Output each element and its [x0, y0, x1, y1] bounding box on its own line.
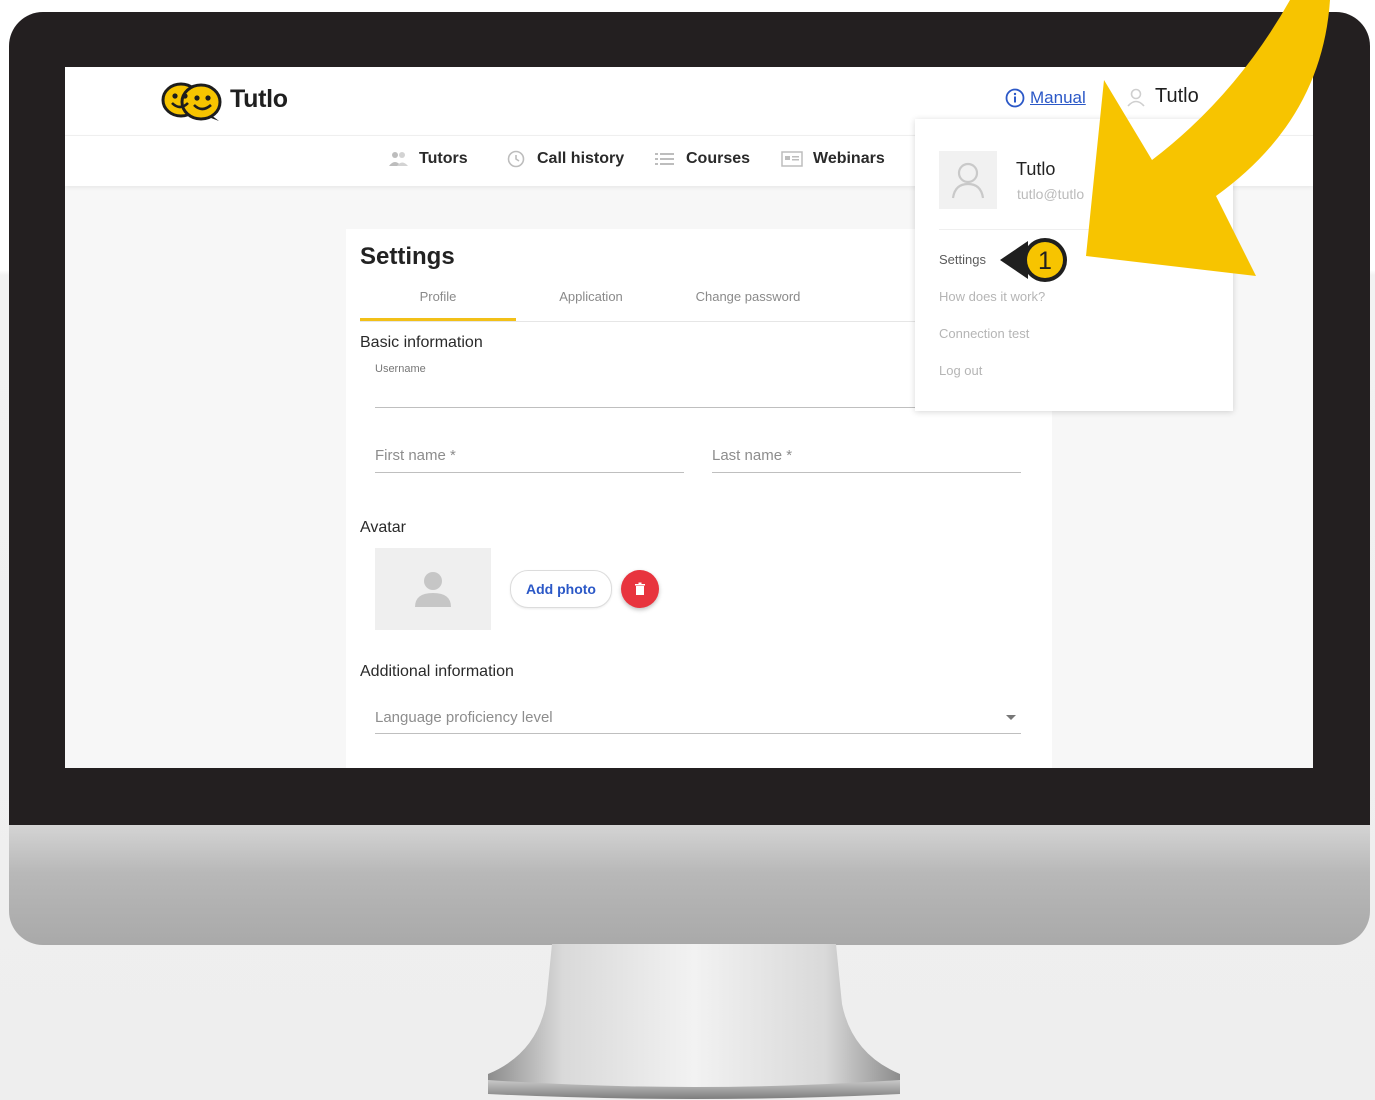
first-name-underline: [375, 472, 684, 473]
info-icon: [1005, 88, 1025, 108]
menu-item-how-it-works[interactable]: How does it work?: [939, 289, 1045, 304]
webinar-icon: [781, 151, 803, 167]
step-number: 1: [1038, 247, 1052, 275]
additional-info-title: Additional information: [360, 663, 514, 680]
tab-change-password[interactable]: Change password: [678, 289, 818, 304]
users-icon: [389, 152, 408, 166]
avatar-title: Avatar: [360, 519, 406, 536]
first-name-input[interactable]: First name *: [375, 447, 456, 464]
last-name-underline: [712, 472, 1021, 473]
dropdown-user-name: Tutlo: [1016, 159, 1056, 179]
nav-item-courses[interactable]: Courses: [654, 150, 750, 168]
language-level-select[interactable]: Language proficiency level: [375, 709, 553, 726]
tab-application[interactable]: Application: [526, 289, 656, 304]
nav-item-webinars[interactable]: Webinars: [781, 150, 885, 168]
nav-label-courses: Courses: [686, 150, 751, 167]
tab-profile[interactable]: Profile: [360, 289, 516, 304]
monitor-stand: [480, 944, 908, 1100]
menu-item-connection-test[interactable]: Connection test: [939, 326, 1029, 341]
arrow-pointer-icon: [1086, 0, 1330, 276]
tutlo-logo-icon[interactable]: [161, 81, 223, 123]
nav-item-tutors[interactable]: Tutors: [387, 150, 468, 168]
list-icon: [655, 153, 674, 165]
page-title: Settings: [360, 243, 455, 270]
trash-icon: [635, 582, 645, 595]
dropdown-avatar: [939, 151, 997, 209]
user-icon: [951, 162, 985, 199]
monitor-chin: [9, 825, 1370, 945]
nav-label-webinars: Webinars: [813, 150, 885, 167]
last-name-input[interactable]: Last name *: [712, 447, 792, 464]
add-photo-button[interactable]: Add photo: [510, 570, 612, 608]
person-icon: [415, 572, 451, 607]
menu-item-settings[interactable]: Settings: [939, 252, 986, 267]
brand-name: Tutlo: [230, 85, 288, 113]
language-level-underline: [375, 733, 1021, 734]
username-label: Username: [375, 363, 426, 375]
history-icon: [507, 150, 525, 168]
delete-photo-button[interactable]: [621, 570, 659, 608]
chevron-down-icon[interactable]: [1005, 714, 1017, 722]
avatar-placeholder: [375, 548, 491, 630]
basic-info-title: Basic information: [360, 334, 483, 351]
nav-label-tutors: Tutors: [419, 150, 468, 167]
active-tab-indicator: [360, 318, 516, 321]
nav-label-call-history: Call history: [537, 150, 625, 167]
nav-item-call-history[interactable]: Call history: [505, 150, 624, 168]
menu-item-log-out[interactable]: Log out: [939, 363, 982, 378]
